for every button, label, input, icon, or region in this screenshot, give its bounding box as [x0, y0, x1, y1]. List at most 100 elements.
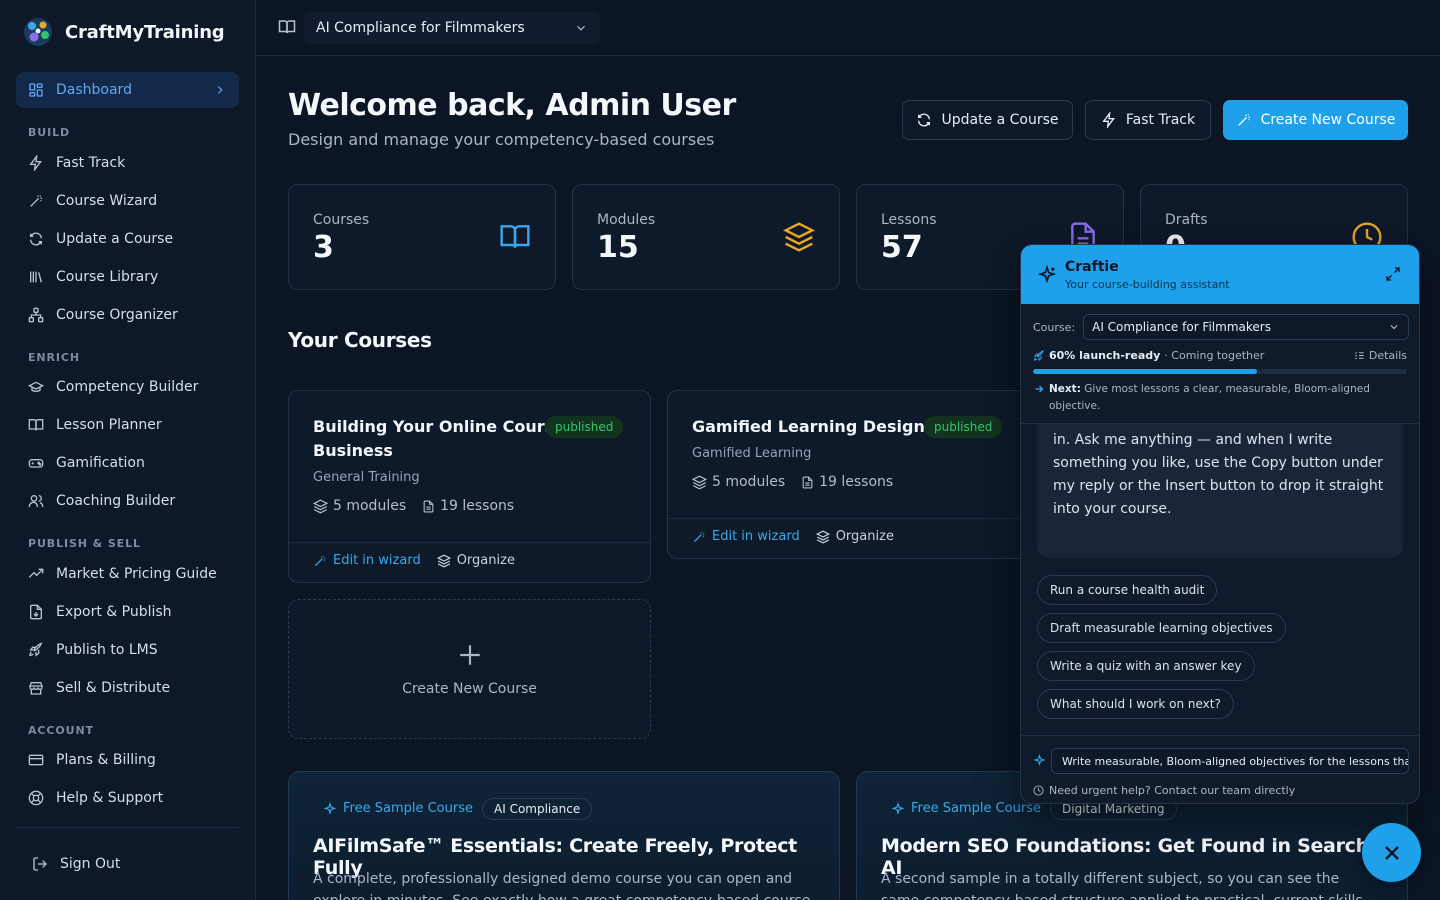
sample-topic-badge: AI Compliance [482, 798, 593, 820]
sidebar-item-sell-distribute[interactable]: Sell & Distribute [16, 672, 239, 704]
chevron-down-icon [1390, 325, 1398, 330]
create-course-button[interactable]: Create New Course [1223, 100, 1408, 140]
sidebar: CraftMyTraining Dashboard BUILD Fast Tra… [0, 0, 256, 900]
layers-icon [692, 475, 707, 489]
stat-value: 15 [597, 230, 639, 265]
create-new-course-card[interactable]: Create New Course [288, 599, 651, 739]
sidebar-item-export-publish[interactable]: Export & Publish [16, 596, 239, 628]
wand-icon [1237, 114, 1250, 126]
sidebar-item-label: Dashboard [56, 82, 132, 98]
sidebar-item-label: Course Library [56, 269, 159, 285]
sidebar-item-label: Plans & Billing [56, 752, 156, 768]
suggestion-chip[interactable]: Run a course health audit [1037, 575, 1218, 605]
expand-icon[interactable] [1385, 266, 1401, 282]
log-out-icon [33, 857, 47, 871]
sidebar-item-update-course[interactable]: Update a Course [16, 223, 239, 255]
sparkles-icon [1037, 265, 1057, 284]
sidebar-item-plans-billing[interactable]: Plans & Billing [16, 744, 239, 776]
suggestion-chip[interactable]: What should I work on next? [1037, 689, 1234, 719]
create-course-label: Create New Course [1260, 112, 1396, 128]
edit-in-wizard-link[interactable]: Edit in wizard [313, 553, 421, 568]
refresh-icon [30, 232, 42, 246]
wand-icon [314, 555, 326, 566]
stat-card-modules: Modules 15 [572, 184, 840, 290]
craftie-assistant-panel: "AI Compliance for Filmmakers", so I tai… [1020, 244, 1420, 804]
library-icon [30, 271, 42, 283]
layers-icon [313, 499, 328, 513]
sidebar-item-lesson-planner[interactable]: Lesson Planner [16, 409, 239, 441]
sidebar-item-market-pricing[interactable]: Market & Pricing Guide [16, 558, 239, 590]
edit-in-wizard-link[interactable]: Edit in wizard [692, 529, 800, 544]
stat-value: 3 [313, 230, 334, 265]
assistant-course-value: AI Compliance for Filmmakers [1092, 320, 1271, 334]
file-text-icon [423, 500, 434, 512]
sidebar-item-label: Coaching Builder [56, 493, 176, 509]
status-badge: published [545, 416, 624, 438]
sidebar-item-fast-track[interactable]: Fast Track [16, 147, 239, 179]
craftie-header: Craftie Your course-building assistant [1021, 245, 1419, 304]
assistant-message-input[interactable]: Write measurable, Bloom-aligned objectiv… [1051, 748, 1409, 774]
urgent-help-link[interactable]: Need urgent help? Contact our team direc… [1033, 784, 1295, 797]
brand-name: CraftMyTraining [65, 21, 225, 43]
sign-out-button[interactable]: Sign Out [20, 848, 132, 880]
course-title: Gamified Learning Design [692, 417, 925, 436]
clock-icon [1033, 785, 1044, 796]
life-buoy-icon [28, 790, 44, 806]
lesson-count: 19 lessons [819, 474, 894, 490]
rocket-icon [29, 642, 43, 657]
sidebar-item-course-wizard[interactable]: Course Wizard [16, 185, 239, 217]
fast-track-button[interactable]: Fast Track [1085, 100, 1211, 140]
sample-description: A complete, professionally designed demo… [313, 871, 810, 900]
book-open-icon[interactable] [278, 18, 296, 36]
sparkles-icon [1033, 754, 1046, 767]
module-count: 5 modules [333, 498, 407, 514]
details-button[interactable]: Details [1354, 349, 1407, 362]
sidebar-item-label: Update a Course [56, 231, 174, 247]
fast-track-label: Fast Track [1125, 112, 1196, 128]
status-badge: published [924, 416, 1003, 438]
suggestion-chip[interactable]: Write a quiz with an answer key [1037, 651, 1255, 681]
course-card[interactable]: Gamified Learning Design published Gamif… [667, 390, 1030, 559]
sidebar-item-competency-builder[interactable]: Competency Builder [16, 371, 239, 403]
arrow-right-icon [1035, 385, 1044, 393]
sidebar-item-course-organizer[interactable]: Course Organizer [16, 299, 239, 331]
store-icon [29, 682, 43, 695]
sidebar-item-course-library[interactable]: Course Library [16, 261, 239, 293]
sample-course-card[interactable]: Free Sample Course AI Compliance AIFilmS… [288, 771, 840, 900]
organize-link[interactable]: Organize [436, 553, 515, 568]
sidebar-item-publish-lms[interactable]: Publish to LMS [16, 634, 239, 666]
course-select[interactable]: AI Compliance for Filmmakers [304, 12, 600, 44]
zap-icon [29, 155, 42, 171]
close-icon [1384, 845, 1399, 860]
stat-label: Modules [597, 212, 656, 228]
assistant-course-select[interactable]: AI Compliance for Filmmakers [1083, 314, 1410, 340]
stat-card-courses: Courses 3 [288, 184, 556, 290]
input-divider [1021, 735, 1419, 736]
assistant-name: Craftie [1065, 259, 1119, 275]
course-actions: Edit in wizard Organize [313, 553, 515, 568]
gamepad-icon [28, 459, 44, 468]
sidebar-item-help-support[interactable]: Help & Support [16, 782, 239, 814]
course-category: General Training [313, 470, 420, 485]
stat-label: Drafts [1165, 212, 1208, 228]
sidebar-item-dashboard[interactable]: Dashboard [16, 72, 239, 108]
launch-progress-line: 60% launch-ready · Coming together Detai… [1033, 349, 1407, 362]
sample-tag: Free Sample Course [891, 801, 1041, 816]
course-card[interactable]: Building Your Online Course Business pub… [288, 390, 651, 583]
launch-progress-bar [1033, 369, 1407, 374]
brand[interactable]: CraftMyTraining [22, 16, 225, 48]
update-course-button[interactable]: Update a Course [902, 100, 1073, 140]
organize-link[interactable]: Organize [815, 529, 894, 544]
sign-out-label: Sign Out [60, 856, 121, 872]
graduation-cap-icon [28, 381, 44, 392]
suggestion-chip[interactable]: Draft measurable learning objectives [1037, 613, 1286, 643]
update-course-label: Update a Course [941, 112, 1059, 128]
sidebar-divider [16, 827, 239, 828]
sidebar-item-coaching-builder[interactable]: Coaching Builder [16, 485, 239, 517]
close-assistant-button[interactable] [1362, 823, 1421, 882]
sidebar-item-label: Publish to LMS [56, 642, 158, 658]
lesson-count: 19 lessons [440, 498, 515, 514]
progress-note: · Coming together [1164, 349, 1265, 362]
sidebar-item-gamification[interactable]: Gamification [16, 447, 239, 479]
next-step: Next: Give most lessons a clear, measura… [1033, 381, 1403, 415]
